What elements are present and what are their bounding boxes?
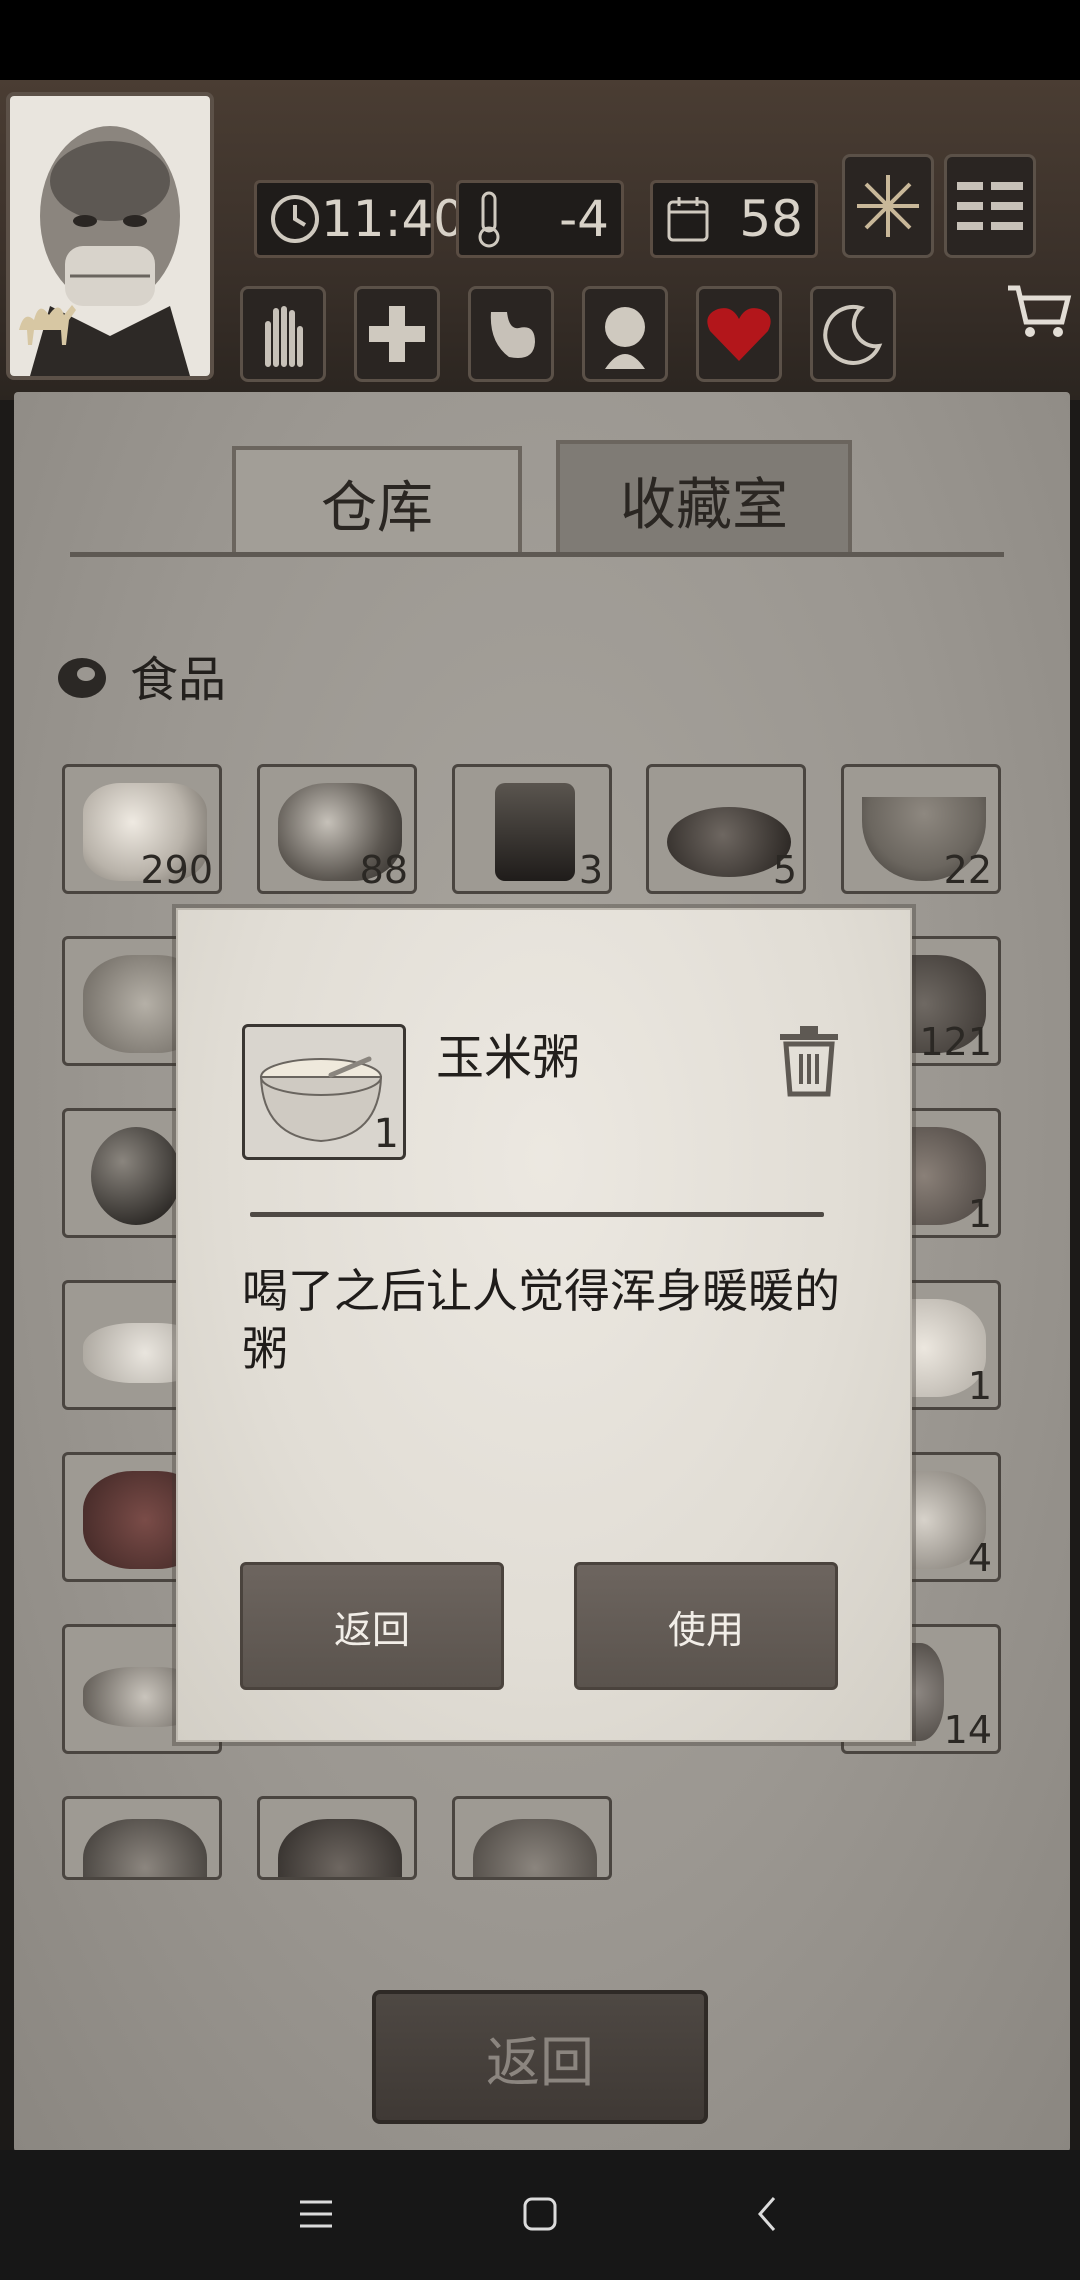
item-count: 14 [943, 1708, 992, 1752]
chevron-left-icon [758, 2197, 776, 2231]
dialog-item-count: 1 [373, 1111, 399, 1157]
dialog-description: 喝了之后让人觉得浑身暖暖的粥 [242, 1264, 840, 1376]
bean-item-icon [91, 1127, 181, 1225]
item-count: 121 [919, 1020, 992, 1064]
heart-icon [707, 308, 771, 361]
home-square-icon [523, 2197, 557, 2231]
hand-status-button[interactable] [240, 286, 326, 382]
delete-button[interactable] [776, 1024, 842, 1098]
cart-icon [1008, 285, 1072, 337]
tab-divider [70, 552, 1004, 557]
item-count: 4 [967, 1536, 992, 1580]
inventory-slot[interactable]: 22 [841, 764, 1001, 894]
snowflake-icon [857, 175, 919, 237]
cross-icon [369, 306, 425, 362]
dialog-back-button[interactable]: 返回 [240, 1562, 504, 1690]
tab-warehouse-label: 仓库 [321, 475, 433, 541]
item-icon-frame: 1 [242, 1024, 406, 1160]
cup-item-icon [495, 783, 575, 881]
stew-item-icon [83, 1819, 207, 1877]
hand-icon [265, 306, 303, 367]
grilled-meat-item-icon [278, 1819, 402, 1877]
temperature-value: -4 [559, 190, 609, 248]
inventory-slot[interactable]: 88 [257, 764, 417, 894]
time-display: 11:40 [254, 180, 465, 258]
inventory-slot[interactable] [257, 1796, 417, 1880]
camel-icon [14, 290, 84, 350]
tab-collection-label: 收藏室 [620, 472, 788, 538]
day-counter: 58 [650, 180, 818, 258]
day-value: 58 [739, 190, 803, 248]
inventory-slot[interactable]: 3 [452, 764, 612, 894]
dialog-back-label: 返回 [333, 1607, 410, 1652]
category-label: 食品 [130, 652, 227, 708]
inventory-slot[interactable]: 290 [62, 764, 222, 894]
inventory-slot[interactable] [62, 1796, 222, 1880]
shop-cart-button[interactable] [1004, 276, 1074, 346]
item-count: 5 [772, 848, 797, 892]
dialog-use-label: 使用 [667, 1607, 744, 1652]
tab-collection[interactable]: 收藏室 [556, 440, 852, 556]
weather-button[interactable] [842, 154, 934, 258]
item-count: 3 [578, 848, 603, 892]
system-back-button[interactable] [752, 2194, 782, 2234]
calendar-icon [667, 197, 709, 242]
menu-button[interactable] [944, 154, 1036, 258]
temperature-display: -4 [456, 180, 624, 258]
item-count: 1 [967, 1192, 992, 1236]
dialog-use-button[interactable]: 使用 [574, 1562, 838, 1690]
herb-item-icon [473, 1819, 597, 1877]
meat-category-icon [54, 648, 110, 704]
health-status-button[interactable] [354, 286, 440, 382]
trash-icon [780, 1026, 838, 1097]
tab-warehouse[interactable]: 仓库 [232, 446, 522, 556]
menu-icon [957, 182, 1023, 230]
inventory-slot[interactable] [452, 1796, 612, 1880]
menu-lines-icon [300, 2200, 332, 2228]
item-count: 88 [359, 848, 408, 892]
time-value: 11:40 [321, 190, 466, 248]
stomach-status-button[interactable] [468, 286, 554, 382]
dialog-divider [250, 1212, 824, 1217]
stomach-icon [490, 312, 535, 358]
item-count: 1 [967, 1364, 992, 1408]
moon-icon [823, 304, 883, 365]
item-count: 22 [943, 848, 992, 892]
status-bar [0, 0, 1080, 80]
mind-status-button[interactable] [582, 286, 668, 382]
dialog-item-name: 玉米粥 [436, 1030, 581, 1086]
sleep-status-button[interactable] [810, 286, 896, 382]
head-icon [605, 307, 645, 369]
inventory-slot[interactable]: 5 [646, 764, 806, 894]
item-count: 290 [140, 848, 213, 892]
recent-apps-button[interactable] [296, 2196, 336, 2232]
home-button[interactable] [522, 2196, 558, 2232]
thermometer-icon [478, 191, 500, 248]
heart-status-button[interactable] [696, 286, 782, 382]
back-button[interactable]: 返回 [372, 1990, 708, 2124]
clock-icon [271, 195, 319, 243]
back-button-label: 返回 [486, 2030, 594, 2094]
